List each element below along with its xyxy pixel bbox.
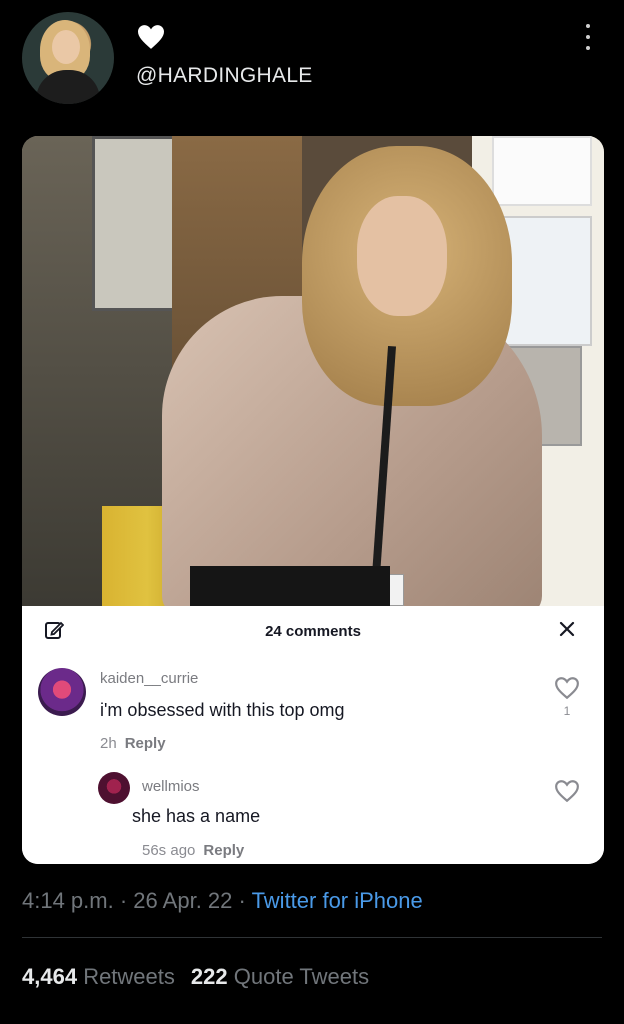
comment-avatar[interactable] — [38, 668, 86, 716]
comment-age: 2h — [100, 735, 117, 752]
user-handle[interactable]: @HARDINGHALE — [136, 64, 313, 88]
avatar-face — [52, 30, 80, 64]
tweet-header: @HARDINGHALE — [0, 0, 624, 130]
heart-outline-icon[interactable] — [554, 779, 580, 803]
comment-username[interactable]: kaiden__currie — [100, 670, 198, 687]
tweet-date[interactable]: 26 Apr. 22 — [133, 888, 232, 913]
avatar-body — [36, 70, 100, 104]
tweet-source-link[interactable]: Twitter for iPhone — [252, 888, 423, 913]
comment-meta: 2h Reply — [100, 735, 166, 752]
quote-tweets-stat[interactable]: 222 Quote Tweets — [191, 964, 369, 989]
comment-text: she has a name — [132, 806, 261, 826]
tweet-photo — [22, 136, 604, 606]
reply-button[interactable]: Reply — [203, 842, 244, 859]
more-dot — [586, 35, 590, 39]
close-icon[interactable] — [558, 620, 576, 638]
comment-meta: 56s ago Reply — [142, 842, 244, 859]
tweet-timestamp: 4:14 p.m. · 26 Apr. 22 · Twitter for iPh… — [22, 888, 423, 914]
comments-count-title: 24 comments — [265, 623, 361, 640]
more-icon[interactable] — [582, 24, 594, 50]
quote-tweets-label: Quote Tweets — [233, 964, 370, 989]
comments-panel: 24 comments kaiden__currie i'm obsessed … — [22, 606, 604, 864]
reply-button[interactable]: Reply — [125, 735, 166, 752]
tweet-media[interactable]: 24 comments kaiden__currie i'm obsessed … — [22, 136, 604, 864]
comment-text: i'm obsessed with this top omg — [100, 700, 345, 720]
heart-outline-icon[interactable] — [554, 676, 580, 700]
comment-username[interactable]: wellmios — [142, 778, 200, 795]
photo-skirt — [190, 566, 390, 606]
separator: · — [119, 888, 128, 913]
comment-avatar[interactable] — [98, 772, 130, 804]
retweets-count: 4,464 — [22, 964, 78, 989]
like-count: 1 — [563, 704, 571, 718]
retweets-label: Retweets — [83, 964, 175, 989]
tweet-time[interactable]: 4:14 p.m. — [22, 888, 114, 913]
tweet-stats: 4,464 Retweets 222 Quote Tweets — [22, 964, 369, 990]
divider — [22, 937, 602, 938]
more-dot — [586, 46, 590, 50]
quote-tweets-count: 222 — [190, 964, 228, 989]
comment-age: 56s ago — [142, 842, 196, 859]
heart-icon — [138, 25, 164, 49]
retweets-stat[interactable]: 4,464 Retweets — [22, 964, 175, 989]
photo-person-face — [357, 196, 447, 316]
avatar[interactable] — [22, 12, 114, 104]
more-dot — [586, 24, 590, 28]
photo-poster — [492, 136, 592, 206]
separator: · — [238, 888, 246, 913]
